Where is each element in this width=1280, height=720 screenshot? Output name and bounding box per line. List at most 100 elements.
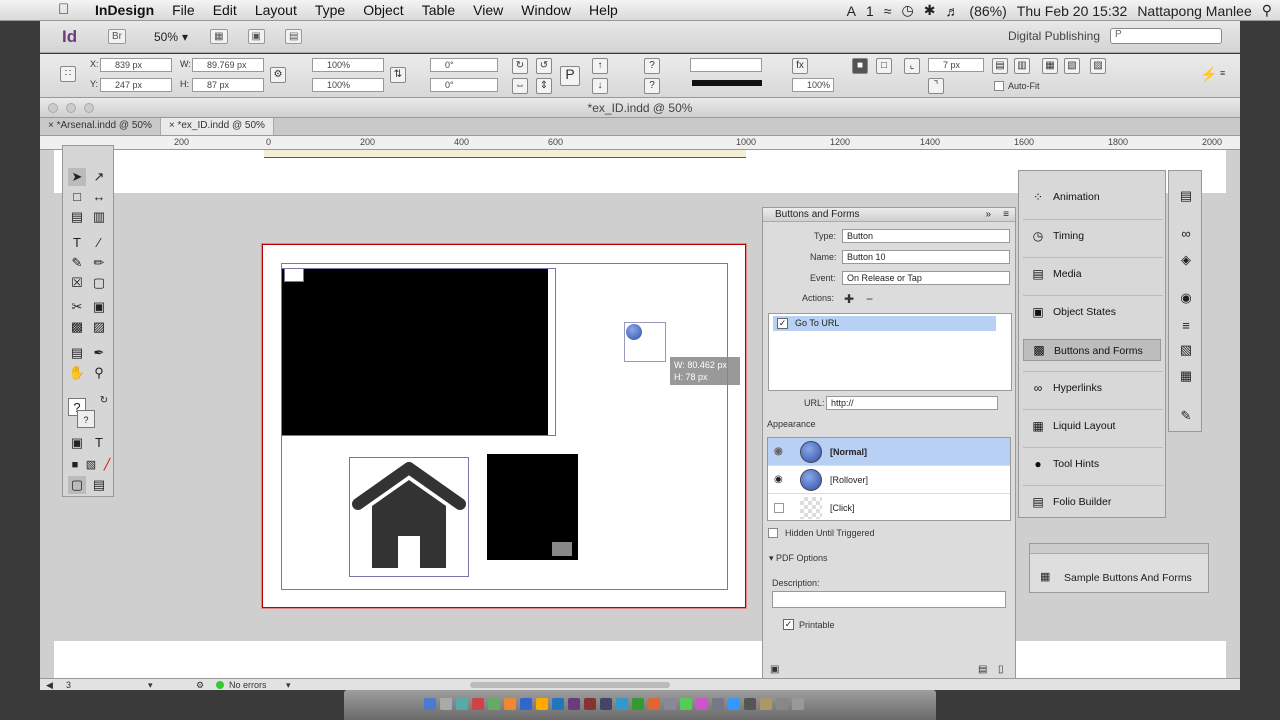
stroke-swatch-icon[interactable]: ? — [644, 78, 660, 94]
constrain-proportions-icon[interactable]: ⚙ — [270, 67, 286, 83]
formatting-text-icon[interactable]: T — [90, 434, 108, 452]
hidden-checkbox[interactable] — [768, 528, 778, 538]
panel-tool-hints[interactable]: ● Tool Hints — [1023, 447, 1163, 479]
panel-menu-icon[interactable]: ≡ — [1220, 68, 1225, 78]
panel-liquid-layout[interactable]: ▦ Liquid Layout — [1023, 409, 1163, 441]
menu-table[interactable]: Table — [413, 2, 464, 18]
pencil-tool-icon[interactable]: ✏ — [90, 254, 108, 272]
flip-icon[interactable]: P — [560, 66, 580, 86]
safari-icon[interactable] — [456, 698, 468, 710]
swap-colors-icon[interactable]: ↻ — [95, 392, 113, 410]
swatches-icon[interactable]: ◉ — [1177, 289, 1195, 307]
photoshop-icon[interactable] — [552, 698, 564, 710]
bluetooth-icon[interactable]: ✱ — [924, 2, 936, 19]
event-select[interactable]: On Release or Tap — [842, 271, 1010, 285]
chrome-icon[interactable] — [472, 698, 484, 710]
flip-vertical-icon[interactable]: ⇕ — [536, 78, 552, 94]
menubar-clock[interactable]: Thu Feb 20 15:32 — [1017, 3, 1128, 19]
preview-mode-icon[interactable]: ▤ — [90, 476, 108, 494]
convert-icon[interactable]: ▤ — [978, 664, 987, 675]
zoom-window-icon[interactable] — [84, 103, 94, 113]
eye-icon[interactable]: ◉ — [774, 438, 790, 466]
scale-y-field[interactable]: 100% — [312, 78, 384, 92]
close-window-icon[interactable] — [48, 103, 58, 113]
facetime-icon[interactable] — [680, 698, 692, 710]
corner-shape-icon[interactable]: ⌝ — [928, 78, 944, 94]
menu-app[interactable]: InDesign — [86, 2, 163, 18]
menu-help[interactable]: Help — [580, 2, 627, 18]
image-frame[interactable] — [487, 454, 578, 560]
fit-content-icon[interactable]: ▤ — [992, 58, 1008, 74]
content-aware-fit-icon[interactable]: ▨ — [1090, 58, 1106, 74]
y-field[interactable]: 247 px — [100, 78, 172, 92]
links-icon[interactable]: ∞ — [1177, 225, 1195, 243]
eye-icon[interactable]: ◉ — [774, 466, 790, 494]
note-tool-icon[interactable]: ▤ — [68, 344, 86, 362]
height-field[interactable]: 87 px — [192, 78, 264, 92]
zoom-tool-icon[interactable]: ⚲ — [90, 364, 108, 382]
panel-timing[interactable]: ◷ Timing — [1023, 219, 1163, 251]
screen-mode-button[interactable]: ▣ — [247, 29, 265, 44]
gap-tool-icon[interactable]: ↔ — [90, 188, 108, 206]
edit-icon[interactable]: ✎ — [1177, 407, 1195, 425]
skype-icon[interactable] — [728, 698, 740, 710]
stroke-icon[interactable]: ≡ — [1177, 317, 1195, 335]
launchpad-icon[interactable] — [440, 698, 452, 710]
panel-media[interactable]: ▤ Media — [1023, 257, 1163, 289]
menu-edit[interactable]: Edit — [204, 2, 246, 18]
add-action-icon[interactable]: ✚ — [844, 292, 854, 306]
sample-buttons-label[interactable]: Sample Buttons And Forms — [1064, 572, 1192, 584]
illustrator-icon[interactable] — [536, 698, 548, 710]
frame-fitting-icon[interactable]: □ — [876, 58, 892, 74]
arrange-documents-button[interactable]: ▤ — [284, 29, 303, 44]
pen-tool-icon[interactable]: ✎ — [68, 254, 86, 272]
rotate-field[interactable]: 0° — [430, 58, 498, 72]
line-tool-icon[interactable]: ∕ — [90, 234, 108, 252]
type-tool-icon[interactable]: T — [68, 234, 86, 252]
rectangle-tool-icon[interactable]: ▢ — [90, 274, 108, 292]
flip-horizontal-icon[interactable]: ⇔ — [512, 78, 528, 94]
menu-view[interactable]: View — [464, 2, 512, 18]
preview-spread-icon[interactable]: ▣ — [770, 664, 779, 675]
gradient-feather-tool-icon[interactable]: ▨ — [90, 318, 108, 336]
user-name[interactable]: Nattapong Manlee — [1137, 3, 1251, 19]
terminal-icon[interactable] — [744, 698, 756, 710]
corner-size-field[interactable]: 7 px — [928, 58, 984, 72]
menu-object[interactable]: Object — [354, 2, 412, 18]
select-container-icon[interactable]: ↑ — [592, 58, 608, 74]
lightning-icon[interactable]: ⚡ — [1200, 66, 1217, 83]
wifi-icon[interactable]: ≈ — [884, 3, 892, 19]
name-field[interactable]: Button 10 — [842, 250, 1010, 264]
word-icon[interactable] — [616, 698, 628, 710]
spotlight-search-icon[interactable]: ⚲ — [1262, 2, 1272, 19]
select-content-icon[interactable]: ↓ — [592, 78, 608, 94]
firefox-icon[interactable] — [504, 698, 516, 710]
type-select[interactable]: Button — [842, 229, 1010, 243]
menu-file[interactable]: File — [163, 2, 204, 18]
panel-folio-builder[interactable]: ▤ Folio Builder — [1023, 485, 1163, 517]
apple-icon[interactable]:  — [58, 2, 74, 18]
open-document-icon[interactable]: ⚙ — [196, 679, 204, 691]
tab-arsenal[interactable]: × *Arsenal.indd @ 50% — [40, 118, 161, 135]
page-tool-icon[interactable]: □ — [68, 188, 86, 206]
horizontal-ruler[interactable]: 200 0 200 400 600 1000 1200 1400 1600 18… — [40, 136, 1240, 150]
layers-icon[interactable]: ◈ — [1177, 251, 1195, 269]
panel-hyperlinks[interactable]: ∞ Hyperlinks — [1023, 371, 1163, 403]
bridge-button[interactable]: Br — [108, 29, 126, 44]
remove-action-icon[interactable]: − — [866, 292, 873, 306]
center-content-icon[interactable]: ▧ — [1064, 58, 1080, 74]
sample-panel-header[interactable] — [1030, 544, 1208, 554]
scissors-tool-icon[interactable]: ✂ — [68, 298, 86, 316]
stroke-weight-field[interactable] — [690, 58, 762, 72]
pdf-options-toggle[interactable]: ▾ PDF Options — [769, 553, 828, 564]
preview-icon[interactable] — [664, 698, 676, 710]
autofit-checkbox[interactable] — [994, 81, 1004, 91]
collapse-icon[interactable]: » — [985, 208, 991, 222]
menu-type[interactable]: Type — [306, 2, 354, 18]
free-transform-tool-icon[interactable]: ▣ — [90, 298, 108, 316]
help-search-input[interactable]: P — [1110, 28, 1222, 44]
stroke-type-swatch[interactable] — [692, 80, 762, 86]
state-click[interactable]: [Click] — [768, 494, 1010, 522]
tab-ex-id[interactable]: × *ex_ID.indd @ 50% — [160, 118, 274, 135]
state-rollover[interactable]: ◉ [Rollover] — [768, 466, 1010, 494]
